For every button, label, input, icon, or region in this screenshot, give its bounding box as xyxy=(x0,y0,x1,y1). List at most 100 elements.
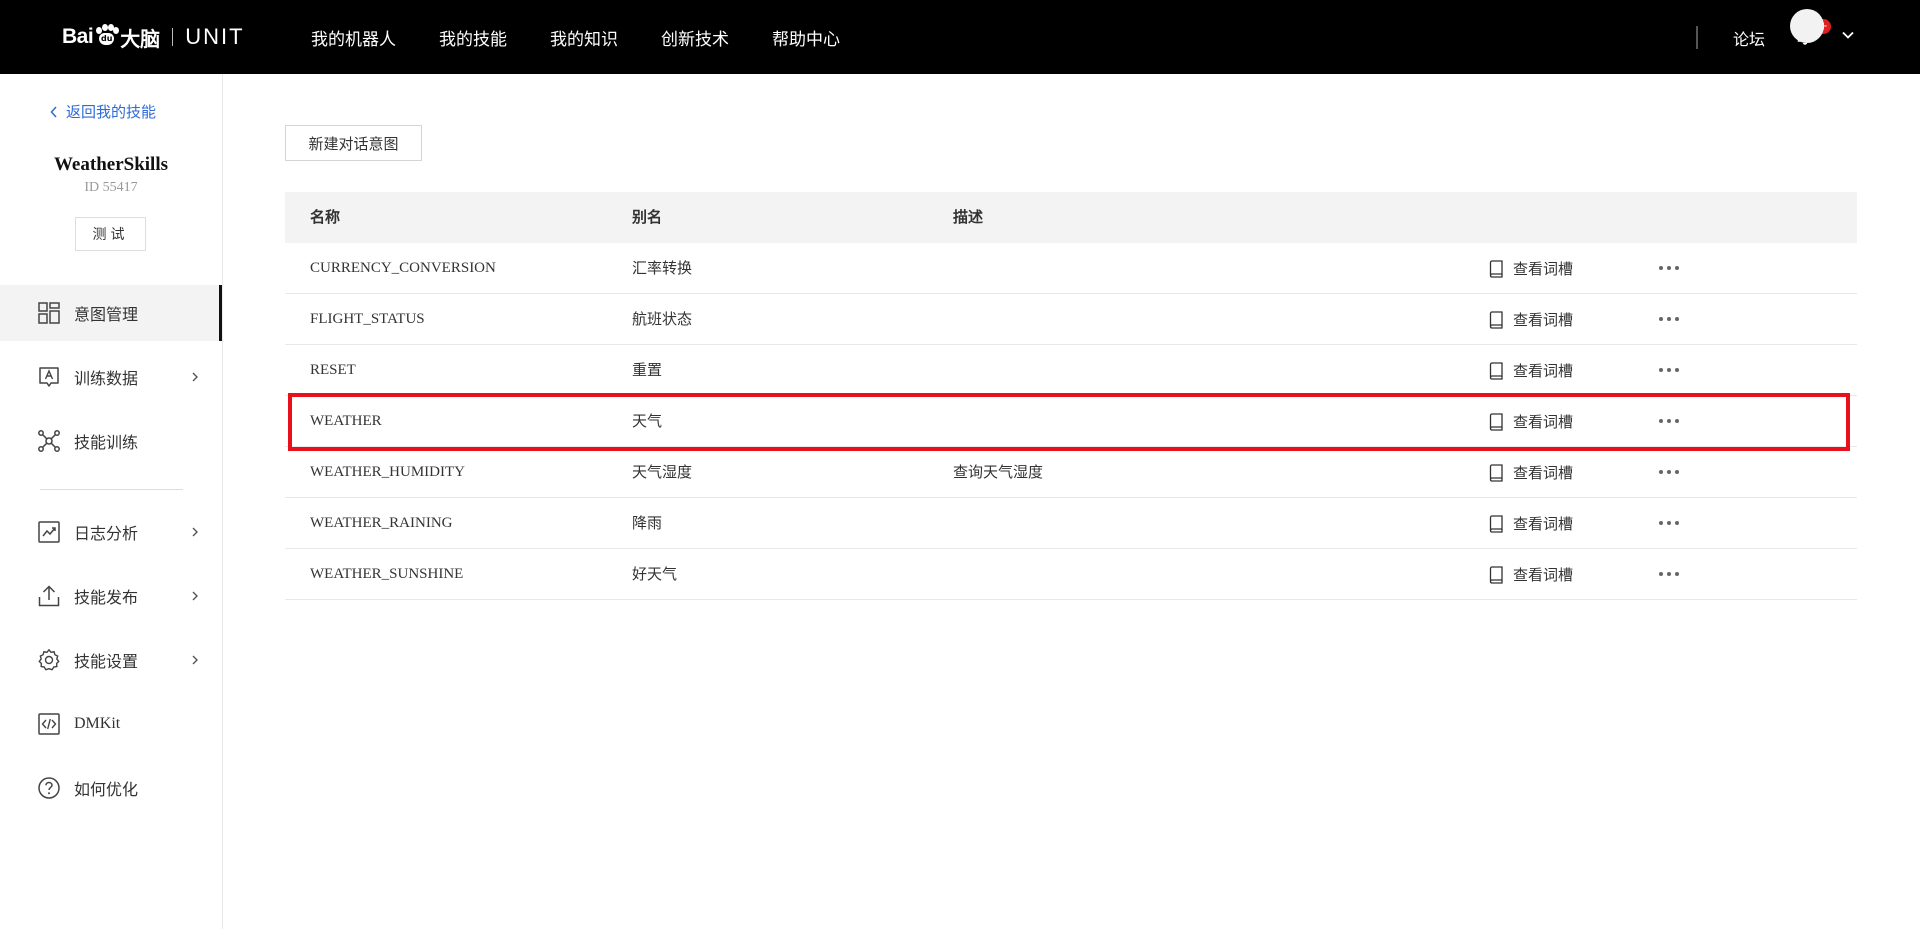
sidebar-item-intent-management[interactable]: 意图管理 xyxy=(0,285,222,341)
view-slots-link[interactable]: 查看词槽 xyxy=(1488,498,1573,549)
skill-id: ID 55417 xyxy=(84,180,138,195)
skill-name: WeatherSkills xyxy=(53,154,168,175)
avatar[interactable] xyxy=(1790,9,1824,43)
intent-grid-icon xyxy=(38,302,60,324)
intent-table: 名称 别名 描述 CURRENCY_CONVERSION 汇率转换 查看词槽 FLIG… xyxy=(285,192,1857,600)
intent-name: WEATHER xyxy=(310,413,382,429)
sidebar-item-skill-training[interactable]: 技能训练 xyxy=(0,413,222,469)
table-row: RESET 重置 查看词槽 xyxy=(285,345,1857,396)
sidebar-item-skill-settings[interactable]: 技能设置 xyxy=(0,632,222,688)
forum-link[interactable]: 论坛 xyxy=(1733,26,1765,50)
intent-name: WEATHER_HUMIDITY xyxy=(310,464,465,480)
book-icon xyxy=(1489,361,1503,380)
intent-alias: 好天气 xyxy=(632,565,678,583)
chevron-down-icon[interactable] xyxy=(1840,27,1856,43)
back-to-skills-link[interactable]: 返回我的技能 xyxy=(50,101,156,122)
logo-dnao-text: 大脑 xyxy=(120,26,161,51)
nav-my-skills[interactable]: 我的技能 xyxy=(439,25,507,50)
view-slots-link[interactable]: 查看词槽 xyxy=(1488,549,1573,600)
log-analysis-icon xyxy=(38,521,60,543)
sidebar-item-label: 训练数据 xyxy=(74,369,139,388)
baidu-paw-icon: du xyxy=(94,24,120,46)
view-slots-label: 查看词槽 xyxy=(1513,515,1574,533)
book-icon xyxy=(1489,463,1503,482)
training-data-icon xyxy=(39,367,59,387)
publish-icon xyxy=(38,585,60,607)
nav-my-knowledge[interactable]: 我的知识 xyxy=(550,25,618,50)
sidebar-item-label: 技能发布 xyxy=(74,588,139,607)
intent-alias: 汇率转换 xyxy=(632,259,693,277)
top-right-divider xyxy=(1696,26,1698,49)
more-options-icon[interactable] xyxy=(1659,466,1679,478)
table-row: WEATHER_SUNSHINE 好天气 查看词槽 xyxy=(285,549,1857,600)
gear-icon xyxy=(38,649,60,671)
skill-training-icon xyxy=(38,430,60,452)
chevron-right-icon xyxy=(192,591,198,601)
intent-alias: 重置 xyxy=(632,361,663,379)
sidebar-item-label: 意图管理 xyxy=(74,305,139,324)
table-row: FLIGHT_STATUS 航班状态 查看词槽 xyxy=(285,294,1857,345)
sidebar: 返回我的技能 WeatherSkills ID 55417 测试 意图管理 训练… xyxy=(0,74,223,929)
nav-help-center[interactable]: 帮助中心 xyxy=(772,25,840,50)
more-options-icon[interactable] xyxy=(1659,313,1679,325)
intent-name: WEATHER_RAINING xyxy=(310,515,453,531)
intent-name: WEATHER_SUNSHINE xyxy=(310,566,464,582)
intent-alias: 天气 xyxy=(632,412,663,430)
more-options-icon[interactable] xyxy=(1659,262,1679,274)
view-slots-link[interactable]: 查看词槽 xyxy=(1488,243,1573,294)
view-slots-label: 查看词槽 xyxy=(1513,260,1574,278)
code-icon xyxy=(38,713,60,735)
table-row: WEATHER_RAINING 降雨 查看词槽 xyxy=(285,498,1857,549)
intent-name: FLIGHT_STATUS xyxy=(310,311,425,327)
sidebar-item-training-data[interactable]: 训练数据 xyxy=(0,349,222,405)
sidebar-item-log-analysis[interactable]: 日志分析 xyxy=(0,504,222,560)
sidebar-item-label: 如何优化 xyxy=(74,780,139,799)
chevron-right-icon xyxy=(192,372,198,382)
intent-name: RESET xyxy=(310,362,356,378)
sidebar-item-how-to-optimize[interactable]: 如何优化 xyxy=(0,760,222,816)
table-body: CURRENCY_CONVERSION 汇率转换 查看词槽 FLIGHT_STATUS… xyxy=(285,243,1857,600)
view-slots-link[interactable]: 查看词槽 xyxy=(1488,345,1573,396)
more-options-icon[interactable] xyxy=(1659,517,1679,529)
intent-description: 查询天气湿度 xyxy=(953,463,1044,481)
view-slots-link[interactable]: 查看词槽 xyxy=(1488,447,1573,498)
new-intent-button[interactable]: 新建对话意图 xyxy=(285,125,422,161)
chevron-right-icon xyxy=(192,527,198,537)
book-icon xyxy=(1489,565,1503,584)
book-icon xyxy=(1489,259,1503,278)
sidebar-item-label: 技能训练 xyxy=(74,433,139,452)
intent-alias: 天气湿度 xyxy=(632,463,693,481)
table-row: WEATHER_HUMIDITY 天气湿度 查询天气湿度 查看词槽 xyxy=(285,447,1857,498)
sidebar-item-label: 日志分析 xyxy=(74,524,139,543)
column-header-name: 名称 xyxy=(310,208,341,226)
view-slots-link[interactable]: 查看词槽 xyxy=(1488,396,1573,447)
sidebar-divider xyxy=(40,489,183,490)
more-options-icon[interactable] xyxy=(1659,415,1679,427)
more-options-icon[interactable] xyxy=(1659,364,1679,376)
book-icon xyxy=(1489,412,1503,431)
sidebar-item-skill-publish[interactable]: 技能发布 xyxy=(0,568,222,624)
column-header-alias: 别名 xyxy=(632,208,663,226)
logo-unit-text: UNIT xyxy=(185,24,245,49)
table-header: 名称 别名 描述 xyxy=(285,192,1857,243)
view-slots-label: 查看词槽 xyxy=(1513,566,1574,584)
baidu-unit-logo[interactable]: Bai du 大脑 UNIT xyxy=(62,14,245,60)
sidebar-item-label: DMKit xyxy=(74,715,121,732)
chevron-left-icon xyxy=(50,105,57,118)
view-slots-link[interactable]: 查看词槽 xyxy=(1488,294,1573,345)
main-nav: 我的机器人 我的技能 我的知识 创新技术 帮助中心 xyxy=(311,0,883,74)
test-button[interactable]: 测试 xyxy=(75,217,146,251)
help-circle-icon xyxy=(38,777,60,799)
back-link-label: 返回我的技能 xyxy=(66,103,157,121)
intent-alias: 降雨 xyxy=(632,514,663,532)
book-icon xyxy=(1489,310,1503,329)
nav-my-robots[interactable]: 我的机器人 xyxy=(311,25,396,50)
table-row: WEATHER 天气 查看词槽 xyxy=(285,396,1857,447)
table-row: CURRENCY_CONVERSION 汇率转换 查看词槽 xyxy=(285,243,1857,294)
intent-alias: 航班状态 xyxy=(632,310,693,328)
nav-innovation[interactable]: 创新技术 xyxy=(661,25,729,50)
view-slots-label: 查看词槽 xyxy=(1513,413,1574,431)
logo-paw-text: du xyxy=(100,34,113,43)
more-options-icon[interactable] xyxy=(1659,568,1679,580)
sidebar-item-dmkit[interactable]: DMKit xyxy=(0,696,222,752)
